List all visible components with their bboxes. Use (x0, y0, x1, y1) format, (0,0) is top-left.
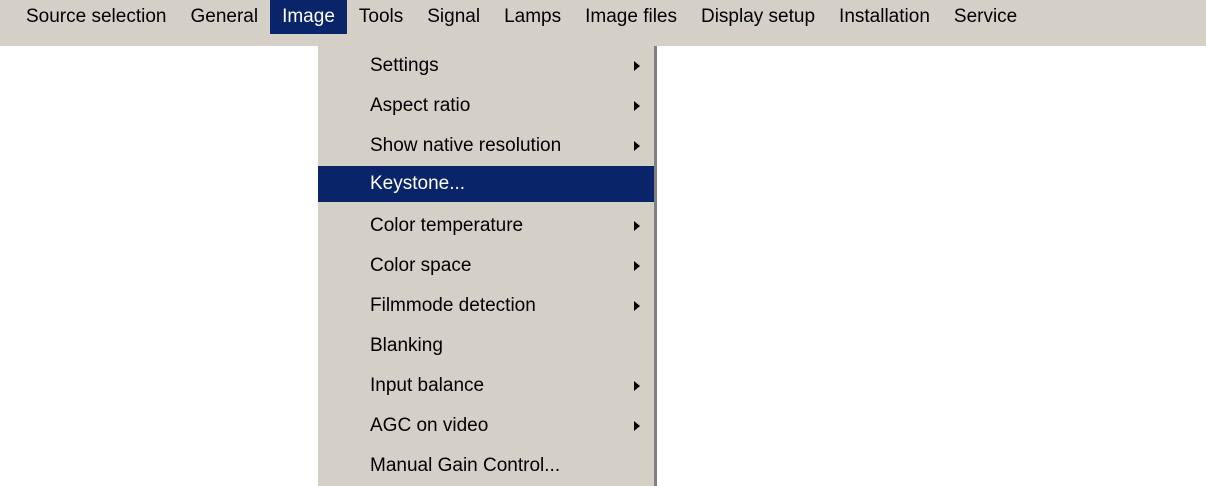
menu-item-aspect-ratio[interactable]: Aspect ratio (318, 86, 654, 126)
menu-item-agc-on-video[interactable]: AGC on video (318, 406, 654, 446)
menu-item-input-balance[interactable]: Input balance (318, 366, 654, 406)
submenu-arrow-icon (634, 141, 640, 151)
menu-item-label: Aspect ratio (370, 95, 471, 116)
image-dropdown-menu: Settings Aspect ratio Show native resolu… (317, 46, 657, 486)
submenu-arrow-icon (634, 381, 640, 391)
submenu-arrow-icon (634, 421, 640, 431)
menu-image[interactable]: Image (270, 0, 347, 34)
menu-item-label: Manual Gain Control... (370, 455, 561, 476)
menu-item-color-temperature[interactable]: Color temperature (318, 206, 654, 246)
menu-item-label: Color temperature (370, 215, 524, 236)
menu-item-label: Blanking (370, 335, 443, 356)
menu-item-show-native-resolution[interactable]: Show native resolution (318, 126, 654, 166)
submenu-arrow-icon (634, 61, 640, 71)
menu-general[interactable]: General (178, 0, 270, 34)
menu-item-label: Filmmode detection (370, 295, 536, 316)
menu-lamps[interactable]: Lamps (492, 0, 573, 34)
menu-item-blanking[interactable]: Blanking (318, 326, 654, 366)
submenu-arrow-icon (634, 221, 640, 231)
menu-item-label: Settings (370, 55, 439, 76)
submenu-arrow-icon (634, 301, 640, 311)
menu-item-color-space[interactable]: Color space (318, 246, 654, 286)
menu-item-label: Show native resolution (370, 135, 562, 156)
submenu-arrow-icon (634, 101, 640, 111)
menu-item-keystone[interactable]: Keystone... (318, 166, 654, 202)
menu-display-setup[interactable]: Display setup (689, 0, 827, 34)
menu-bar: Source selection General Image Tools Sig… (0, 0, 1206, 46)
menu-item-settings[interactable]: Settings (318, 46, 654, 86)
menu-installation[interactable]: Installation (827, 0, 942, 34)
menu-item-manual-gain-control[interactable]: Manual Gain Control... (318, 446, 654, 486)
menu-signal[interactable]: Signal (415, 0, 492, 34)
menu-item-label: Color space (370, 255, 472, 276)
submenu-arrow-icon (634, 261, 640, 271)
menu-item-label: Keystone... (370, 173, 466, 194)
menu-item-label: AGC on video (370, 415, 489, 436)
menu-image-files[interactable]: Image files (573, 0, 689, 34)
menu-item-label: Input balance (370, 375, 485, 396)
menu-source-selection[interactable]: Source selection (0, 0, 178, 34)
menu-tools[interactable]: Tools (347, 0, 415, 34)
menu-service[interactable]: Service (942, 0, 1029, 34)
menu-item-filmmode-detection[interactable]: Filmmode detection (318, 286, 654, 326)
